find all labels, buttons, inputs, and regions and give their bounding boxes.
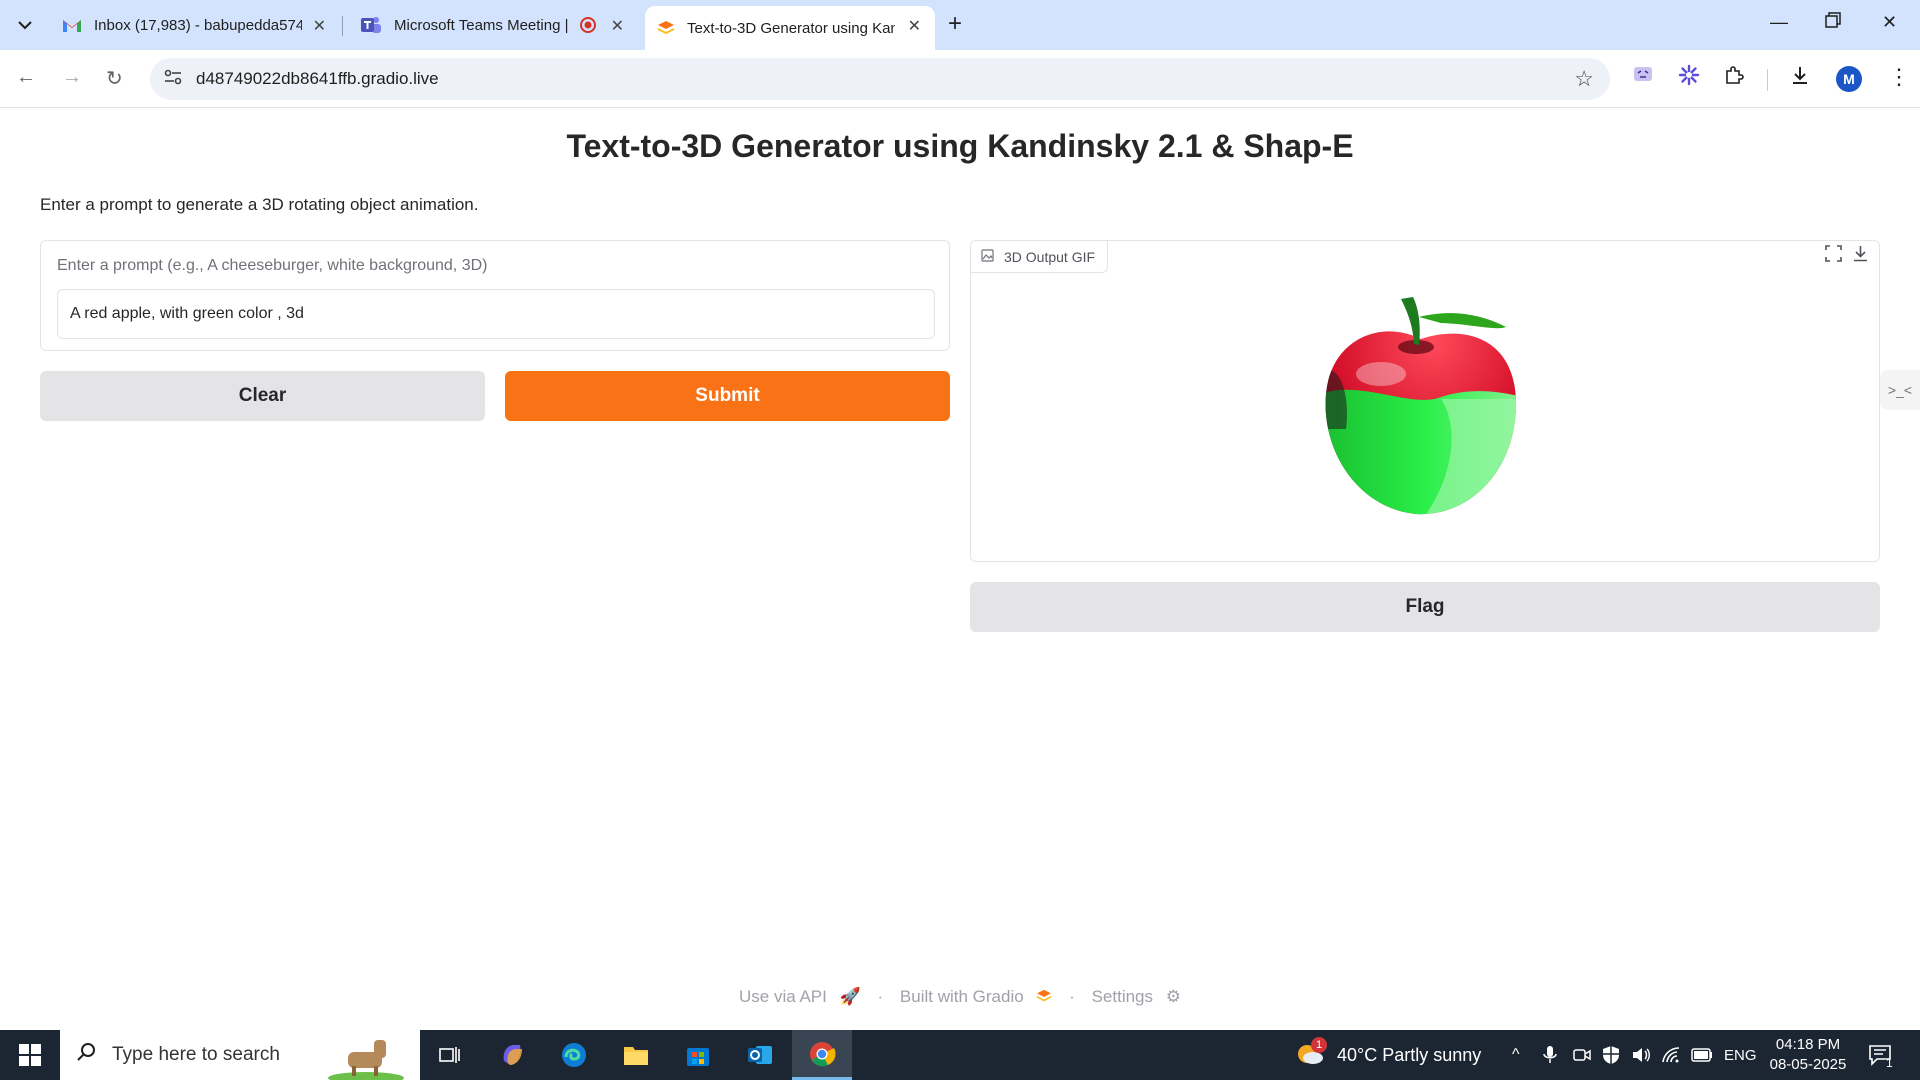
close-icon[interactable]: ✕ bbox=[908, 16, 921, 36]
browser-tab-strip: Inbox (17,983) - babupedda574 ✕ Microsof… bbox=[0, 0, 1920, 50]
rocket-icon: 🚀 bbox=[839, 987, 861, 1006]
weather-sun-icon: 1 bbox=[1295, 1036, 1327, 1071]
windows-logo-icon bbox=[19, 1044, 41, 1066]
battery-icon[interactable] bbox=[1691, 1030, 1713, 1080]
teams-icon bbox=[361, 17, 381, 33]
search-icon bbox=[76, 1042, 96, 1068]
tab-gmail[interactable]: Inbox (17,983) - babupedda574 ✕ bbox=[50, 6, 340, 44]
restore-icon[interactable] bbox=[1825, 12, 1841, 33]
built-with-gradio-link[interactable]: Built with Gradio bbox=[896, 987, 1061, 1006]
ai-extension-icon[interactable] bbox=[1678, 64, 1700, 92]
footer-dot: · bbox=[877, 987, 884, 1006]
weather-widget[interactable]: 1 40°C Partly sunny bbox=[1295, 1030, 1481, 1080]
clock-date: 08-05-2025 bbox=[1769, 1056, 1847, 1073]
outlook-icon[interactable] bbox=[730, 1030, 790, 1080]
extensions-puzzle-icon[interactable] bbox=[1724, 65, 1744, 91]
weather-text: 40°C Partly sunny bbox=[1337, 1044, 1482, 1065]
forward-arrow-icon[interactable]: → bbox=[62, 66, 82, 89]
page-footer: Use via API 🚀 · Built with Gradio · Sett… bbox=[0, 987, 1920, 1007]
new-tab-button[interactable]: + bbox=[948, 12, 962, 36]
tab-search-button[interactable] bbox=[11, 12, 39, 38]
prompt-label: Enter a prompt (e.g., A cheeseburger, wh… bbox=[57, 257, 488, 274]
gradio-logo-icon bbox=[1036, 987, 1057, 1006]
profile-avatar[interactable]: M bbox=[1836, 66, 1862, 92]
search-placeholder: Type here to search bbox=[112, 1044, 280, 1065]
prompt-textbox-block: Enter a prompt (e.g., A cheeseburger, wh… bbox=[40, 240, 950, 351]
clock-time: 04:18 PM bbox=[1775, 1036, 1841, 1053]
reload-icon[interactable]: ↻ bbox=[106, 66, 123, 91]
flag-button[interactable]: Flag bbox=[970, 582, 1880, 632]
microphone-icon[interactable] bbox=[1543, 1030, 1557, 1080]
page-description: Enter a prompt to generate a 3D rotating… bbox=[40, 195, 479, 214]
clear-button[interactable]: Clear bbox=[40, 371, 485, 421]
tab-teams[interactable]: Microsoft Teams Meeting | ✕ bbox=[348, 6, 638, 44]
chevron-down-icon bbox=[18, 21, 32, 30]
toolbar-divider bbox=[1767, 69, 1768, 91]
url-text: d48749022db8641ffb.gradio.live bbox=[196, 69, 439, 88]
generated-apple-image bbox=[1301, 279, 1541, 529]
page-title: Text-to-3D Generator using Kandinsky 2.1… bbox=[566, 128, 1354, 164]
microsoft-store-icon[interactable] bbox=[668, 1030, 728, 1080]
gradio-icon bbox=[657, 21, 675, 35]
meet-now-icon[interactable] bbox=[1573, 1030, 1591, 1080]
notification-count: 1 bbox=[1886, 1056, 1893, 1070]
gmail-icon bbox=[63, 20, 81, 32]
prompt-input[interactable]: A red apple, with green color , 3d bbox=[57, 289, 935, 339]
copilot-icon[interactable] bbox=[482, 1030, 542, 1080]
close-icon[interactable]: ✕ bbox=[611, 16, 624, 36]
minimize-icon[interactable]: — bbox=[1770, 12, 1788, 33]
download-icon[interactable] bbox=[1852, 245, 1869, 267]
notification-center-icon[interactable]: 1 bbox=[1868, 1030, 1893, 1080]
task-view-icon[interactable] bbox=[420, 1030, 480, 1080]
tab-title: Text-to-3D Generator using Kan bbox=[687, 19, 895, 37]
tab-title: Inbox (17,983) - babupedda574 bbox=[94, 16, 302, 34]
close-window-icon[interactable]: ✕ bbox=[1882, 12, 1897, 33]
gear-icon: ⚙ bbox=[1165, 987, 1181, 1006]
address-bar[interactable]: d48749022db8641ffb.gradio.live ☆ bbox=[150, 58, 1610, 100]
tab-title: Microsoft Teams Meeting | bbox=[394, 16, 569, 34]
taskbar-search-box[interactable]: Type here to search bbox=[60, 1030, 420, 1080]
sidebar-toggle-icon[interactable]: >_< bbox=[1880, 370, 1920, 410]
output-image-block: 3D Output GIF bbox=[970, 240, 1880, 562]
output-label-text: 3D Output GIF bbox=[1004, 248, 1096, 265]
output-label: 3D Output GIF bbox=[971, 241, 1109, 273]
fullscreen-icon[interactable] bbox=[1825, 245, 1842, 267]
menu-kebab-icon[interactable]: ⋮ bbox=[1888, 64, 1910, 90]
windows-start-button[interactable] bbox=[0, 1030, 60, 1080]
use-via-api-label: Use via API bbox=[739, 987, 827, 1006]
tab-gradio-app[interactable]: Text-to-3D Generator using Kan ✕ bbox=[645, 6, 935, 50]
submit-button[interactable]: Submit bbox=[505, 371, 950, 421]
back-arrow-icon[interactable]: ← bbox=[16, 66, 36, 89]
search-highlight-illustration bbox=[326, 1032, 406, 1080]
volume-icon[interactable] bbox=[1631, 1030, 1651, 1080]
site-info-icon[interactable] bbox=[164, 69, 182, 90]
bookmark-star-icon[interactable]: ☆ bbox=[1574, 66, 1594, 92]
show-hidden-icons-chevron-icon[interactable]: ^ bbox=[1512, 1030, 1520, 1080]
security-shield-icon[interactable] bbox=[1602, 1030, 1620, 1080]
browser-toolbar: ← → ↻ d48749022db8641ffb.gradio.live ☆ M… bbox=[0, 50, 1920, 108]
language-indicator[interactable]: ENG bbox=[1724, 1030, 1757, 1080]
system-clock[interactable]: 04:18 PM 08-05-2025 bbox=[1760, 1035, 1856, 1075]
chrome-icon[interactable] bbox=[792, 1030, 852, 1080]
output-toolbar bbox=[1825, 245, 1869, 267]
settings-link[interactable]: Settings ⚙ bbox=[1088, 987, 1185, 1006]
image-icon bbox=[981, 248, 994, 265]
edge-icon[interactable] bbox=[544, 1030, 604, 1080]
built-with-gradio-label: Built with Gradio bbox=[899, 987, 1024, 1006]
file-explorer-icon[interactable] bbox=[606, 1030, 666, 1080]
footer-dot: · bbox=[1069, 987, 1075, 1006]
download-icon[interactable] bbox=[1790, 65, 1810, 91]
windows-taskbar: Type here to search 1 40°C Partly sunny … bbox=[0, 1030, 1920, 1080]
tab-divider bbox=[342, 16, 343, 36]
close-icon[interactable]: ✕ bbox=[313, 16, 326, 36]
wifi-icon[interactable] bbox=[1661, 1030, 1681, 1080]
use-via-api-link[interactable]: Use via API 🚀 bbox=[735, 987, 865, 1006]
weather-badge: 1 bbox=[1311, 1036, 1327, 1053]
recording-icon bbox=[580, 17, 596, 37]
extension-icon[interactable] bbox=[1633, 65, 1653, 89]
settings-label: Settings bbox=[1091, 987, 1154, 1006]
